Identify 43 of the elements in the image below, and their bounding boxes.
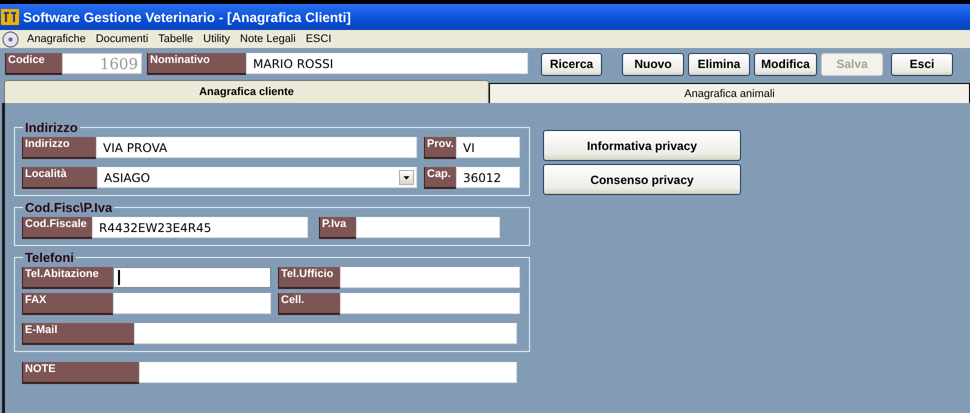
menu-item[interactable]: Anagrafiche [22,33,91,45]
window-title: Software Gestione Veterinario - [Anagrafica Clienti] [23,10,351,24]
field-label: NOTE [22,362,139,384]
toolbar-button[interactable]: Nuovo [622,52,684,76]
tab[interactable]: Anagrafica animali [489,83,970,103]
field-label: P.Iva [319,217,356,239]
group-title: Indirizzo [24,120,79,135]
field-label: Prov. [424,137,456,159]
input-field[interactable]: VI [456,137,520,158]
field-label: Indirizzo [22,137,96,159]
input-field[interactable]: R4432EW23E4R45 [92,217,308,238]
menu-item[interactable]: Note Legali [235,33,301,45]
field-label: Tel.Ufficio [278,267,340,289]
input-field[interactable] [113,267,271,288]
field-label: FAX [22,293,113,315]
text-cursor [118,270,120,285]
privacy-button[interactable]: Informativa privacy [543,130,741,161]
toolbar-button[interactable]: Modifica [754,52,817,76]
privacy-button[interactable]: Consenso privacy [543,164,741,195]
toolbar-button[interactable]: Ricerca [541,52,602,76]
field-label: Tel.Abitazione [22,267,113,289]
disc-icon[interactable] [2,30,19,48]
field-label: Cod.Fiscale [22,217,92,239]
combo-box[interactable]: ASIAGO [97,167,417,188]
menu-item[interactable]: Tabelle [153,33,198,45]
group-title: Cod.Fisc\P.Iva [24,200,114,215]
menu-item[interactable]: ESCI [300,33,336,45]
menu-item[interactable]: Utility [198,33,236,45]
menu-item[interactable]: Documenti [90,33,154,45]
group-title: Telefoni [24,250,75,265]
toolbar-button[interactable]: Elimina [688,52,750,76]
field-label: Cap. [424,167,456,189]
field-label: Cell. [278,293,340,315]
field-label: Codice [5,53,62,75]
input-field[interactable]: VIA PROVA [96,137,417,158]
toolbar-button[interactable]: Esci [891,52,953,76]
input-field[interactable]: MARIO ROSSI [246,53,528,74]
tab[interactable]: Anagrafica cliente [4,80,489,103]
app-icon [1,8,19,26]
field-label: Nominativo [147,53,246,75]
input-field[interactable]: 36012 [456,167,520,188]
field-label: E-Mail [22,323,134,345]
field-label: Località [22,167,97,189]
